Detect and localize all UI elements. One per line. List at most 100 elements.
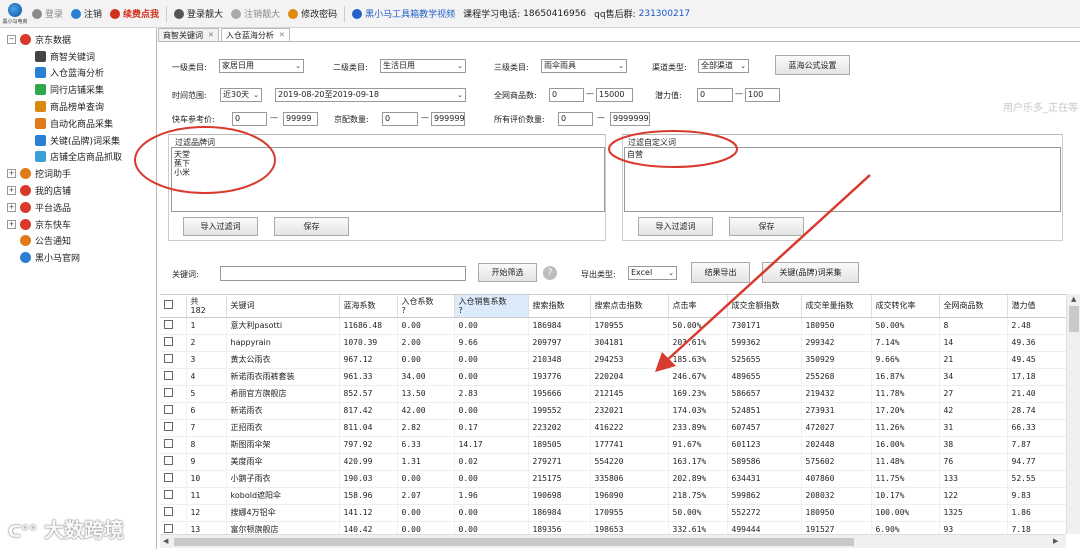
brand-filter-textarea[interactable]: 天堂 蕉下 小米: [171, 147, 605, 212]
tutorial-video-link[interactable]: 黑小马工具箱教学视频: [348, 3, 459, 25]
row-select-cell[interactable]: [160, 470, 187, 488]
expand-icon[interactable]: +: [7, 219, 16, 229]
table-row[interactable]: 13 富尔顿旗舰店 140.42 0.00 0.00 189356 198653 332.61…: [160, 521, 1066, 534]
sidebar-item[interactable]: 商智关键词: [0, 48, 156, 65]
column-header[interactable]: 搜索点击指数: [590, 295, 669, 318]
column-header[interactable]: 入仓系数 ?: [397, 295, 455, 318]
formula-settings-button[interactable]: 蓝海公式设置: [775, 55, 850, 75]
scroll-thumb[interactable]: [174, 538, 854, 546]
collect-keywords-button[interactable]: 关键(品牌)词采集: [762, 262, 859, 283]
row-select-cell[interactable]: [160, 317, 187, 335]
cat1-select[interactable]: 家居日用 ⌄: [219, 59, 304, 73]
sidebar-item[interactable]: + 平台选品: [0, 199, 156, 216]
column-header[interactable]: 成交金额指数: [727, 295, 802, 318]
review-count-max-input[interactable]: 9999999: [610, 112, 650, 126]
sidebar-item[interactable]: 关键(品牌)词采集: [0, 132, 156, 149]
row-checkbox[interactable]: [164, 320, 173, 329]
price-max-input[interactable]: 99999: [283, 112, 318, 126]
row-select-cell[interactable]: [160, 419, 187, 437]
scroll-right-icon[interactable]: ▶: [1053, 537, 1058, 545]
sidebar-item[interactable]: 入仓蓝海分析: [0, 65, 156, 82]
potential-min-input[interactable]: 0: [697, 88, 733, 102]
date-range-picker[interactable]: 2019-08-20至2019-09-18 ⌄: [275, 88, 466, 102]
row-checkbox[interactable]: [164, 507, 173, 516]
custom-import-button[interactable]: 导入过滤词: [638, 217, 713, 236]
tab-blue-ocean[interactable]: 入仓蓝海分析 ✕: [220, 28, 290, 41]
column-header[interactable]: 点击率: [668, 295, 728, 318]
sidebar-item[interactable]: + 京东快车: [0, 216, 156, 233]
row-select-cell[interactable]: [160, 521, 187, 534]
sidebar-item[interactable]: + 挖词助手: [0, 165, 156, 182]
expand-icon[interactable]: +: [7, 202, 16, 212]
vertical-scrollbar[interactable]: ▲: [1066, 294, 1080, 534]
row-select-cell[interactable]: [160, 368, 187, 386]
scroll-up-icon[interactable]: ▲: [1071, 295, 1076, 303]
export-type-select[interactable]: Excel ⌄: [628, 266, 677, 280]
jd-count-max-input[interactable]: 999999: [431, 112, 465, 126]
jd-count-min-input[interactable]: 0: [382, 112, 418, 126]
table-row[interactable]: 9 美度雨伞 420.99 1.31 0.02 279271 554220 163.17% 58…: [160, 453, 1066, 471]
row-select-cell[interactable]: [160, 385, 187, 403]
column-header[interactable]: 搜索指数: [528, 295, 591, 318]
close-icon[interactable]: ✕: [279, 31, 285, 39]
change-password-button[interactable]: 修改密码: [284, 3, 341, 25]
row-checkbox[interactable]: [164, 422, 173, 431]
select-all-header[interactable]: [160, 295, 187, 318]
table-row[interactable]: 4 新诺雨衣雨裤套装 961.33 34.00 0.00 193776 220204 246.…: [160, 368, 1066, 386]
custom-filter-textarea[interactable]: 自营: [624, 147, 1061, 212]
scroll-thumb[interactable]: [1069, 306, 1079, 332]
potential-max-input[interactable]: 100: [745, 88, 780, 102]
sidebar-item[interactable]: + 我的店铺: [0, 182, 156, 199]
row-checkbox[interactable]: [164, 524, 173, 533]
brand-save-button[interactable]: 保存: [274, 217, 349, 236]
expand-icon[interactable]: +: [7, 186, 16, 196]
help-icon[interactable]: ?: [543, 266, 557, 280]
logout-button[interactable]: 注销: [67, 3, 106, 25]
table-row[interactable]: 5 希丽官方旗舰店 852.57 13.50 2.83 195666 212145 169.2…: [160, 385, 1066, 403]
brand-import-button[interactable]: 导入过滤词: [183, 217, 258, 236]
table-row[interactable]: 3 黄太公雨衣 967.12 0.00 0.00 210348 294253 185.63% 5…: [160, 351, 1066, 369]
start-filter-button[interactable]: 开始筛选: [478, 263, 537, 282]
login-big-button[interactable]: 登录靓大: [170, 3, 227, 25]
review-count-min-input[interactable]: 0: [558, 112, 593, 126]
table-row[interactable]: 11 kobold遮阳伞 158.96 2.07 1.96 190698 196090 218…: [160, 487, 1066, 505]
table-row[interactable]: 6 新诺雨衣 817.42 42.00 0.00 199552 232021 174.03% 5…: [160, 402, 1066, 420]
row-checkbox[interactable]: [164, 473, 173, 482]
column-header[interactable]: 潜力值: [1007, 295, 1066, 318]
column-header[interactable]: 成交转化率: [871, 295, 940, 318]
keyword-input[interactable]: [220, 266, 466, 281]
row-select-cell[interactable]: [160, 453, 187, 471]
sidebar-item[interactable]: 自动化商品采集: [0, 115, 156, 132]
row-checkbox[interactable]: [164, 388, 173, 397]
channel-select[interactable]: 全部渠道 ⌄: [698, 59, 749, 73]
qq-number[interactable]: 231300217: [639, 9, 691, 19]
table-row[interactable]: 10 小鹅子雨衣 190.03 0.00 0.00 215175 335806 202.89%…: [160, 470, 1066, 488]
column-header[interactable]: 全网商品数: [939, 295, 1008, 318]
horizontal-scrollbar[interactable]: ◀ ▶: [160, 534, 1066, 548]
row-select-cell[interactable]: [160, 334, 187, 352]
price-min-input[interactable]: 0: [232, 112, 267, 126]
scroll-left-icon[interactable]: ◀: [163, 537, 168, 545]
cat3-select[interactable]: 雨伞雨具 ⌄: [541, 59, 627, 73]
sidebar-item[interactable]: 店铺全店商品抓取: [0, 149, 156, 166]
sidebar-item[interactable]: 公告通知: [0, 233, 156, 250]
cat2-select[interactable]: 生活日用 ⌄: [380, 59, 466, 73]
row-select-cell[interactable]: [160, 487, 187, 505]
row-select-cell[interactable]: [160, 402, 187, 420]
select-all-checkbox[interactable]: [164, 300, 173, 310]
time-preset-select[interactable]: 近30天 ⌄: [220, 88, 262, 102]
row-checkbox[interactable]: [164, 456, 173, 465]
tab-keyword[interactable]: 商智关键词 ✕: [158, 28, 219, 41]
export-results-button[interactable]: 结果导出: [691, 262, 750, 283]
table-row[interactable]: 8 斯图雨伞架 797.92 6.33 14.17 189505 177741 91.67% 6…: [160, 436, 1066, 454]
column-header[interactable]: 蓝海系数: [339, 295, 398, 318]
sidebar-item[interactable]: − 京东数据: [0, 31, 156, 48]
row-checkbox[interactable]: [164, 371, 173, 380]
table-row[interactable]: 1 意大利pasotti 11686.48 0.00 0.00 186984 170955 5…: [160, 317, 1066, 335]
sidebar-item[interactable]: 黑小马官网: [0, 249, 156, 266]
row-checkbox[interactable]: [164, 490, 173, 499]
logout-big-button[interactable]: 注销靓大: [227, 3, 284, 25]
row-checkbox[interactable]: [164, 354, 173, 363]
table-row[interactable]: 12 搜娜4万铝伞 141.12 0.00 0.00 186984 170955 50.00%…: [160, 504, 1066, 522]
expand-icon[interactable]: +: [7, 169, 16, 179]
